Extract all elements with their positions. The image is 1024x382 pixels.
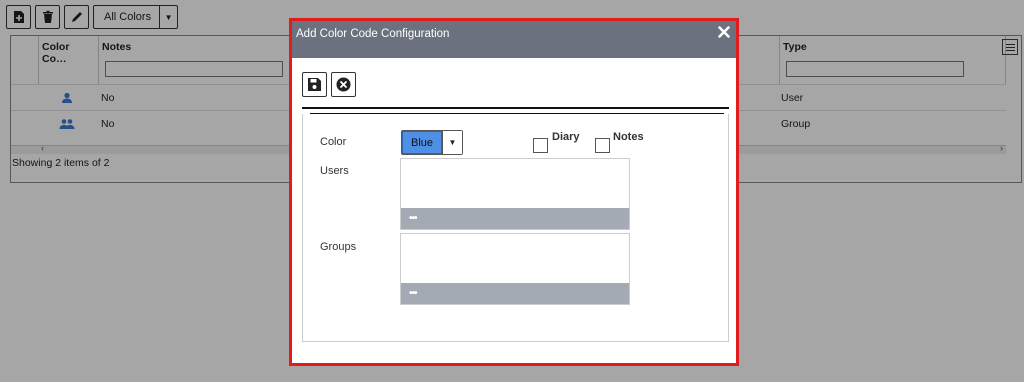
dialog-toolbar [302,72,356,97]
save-icon [308,78,321,91]
cancel-circle-icon [336,77,351,92]
color-select-value: Blue [402,131,442,154]
save-button[interactable] [302,72,327,97]
notes-label: Notes [613,131,644,143]
chevron-down-icon[interactable]: ▼ [442,131,462,154]
groups-label: Groups [320,241,357,253]
more-icon: ••• [409,288,417,299]
color-code-form: Color Blue ▼ Diary Notes Users ••• Group… [302,114,729,342]
users-picker[interactable]: ••• [400,158,630,230]
dialog-header: Add Color Code Configuration [292,21,736,58]
close-icon[interactable] [718,26,730,38]
users-more-button[interactable]: ••• [401,208,629,229]
groups-more-button[interactable]: ••• [401,283,629,304]
diary-checkbox[interactable] [533,138,548,153]
dialog-title: Add Color Code Configuration [296,28,450,40]
color-select[interactable]: Blue ▼ [401,130,463,155]
users-label: Users [320,165,349,177]
color-label: Color [320,136,347,148]
more-icon: ••• [409,213,417,224]
groups-picker[interactable]: ••• [400,233,630,305]
diary-label: Diary [552,131,580,143]
add-color-code-dialog: Add Color Code Configuration Color Blue … [289,18,739,366]
cancel-button[interactable] [331,72,356,97]
toolbar-divider [302,107,729,109]
notes-checkbox[interactable] [595,138,610,153]
